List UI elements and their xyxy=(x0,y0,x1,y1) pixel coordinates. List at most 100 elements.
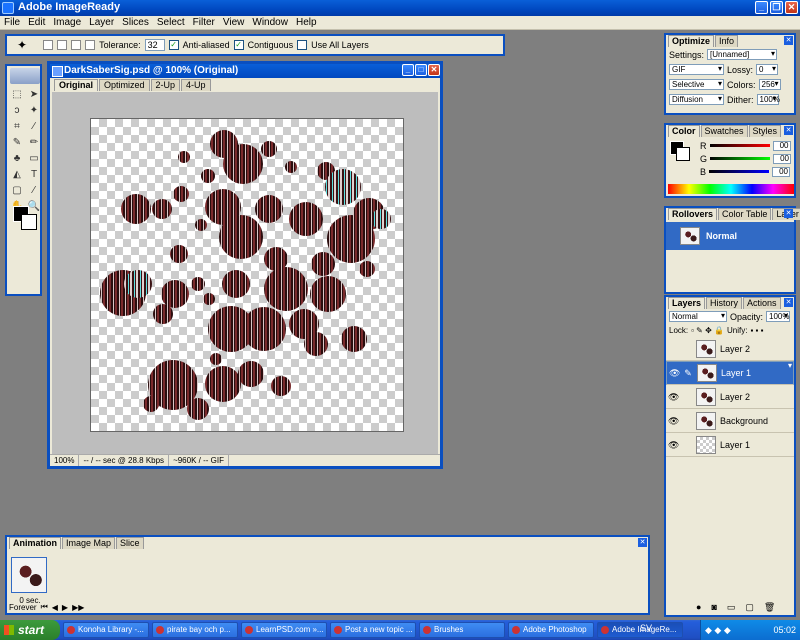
menu-window[interactable]: Window xyxy=(248,16,292,29)
lock-icons[interactable]: ▫ ✎ ✥ 🔒 xyxy=(691,326,724,335)
blue-input[interactable]: 00 xyxy=(772,166,791,177)
download-speed[interactable]: -- / -- sec @ 28.8 Kbps xyxy=(79,455,170,466)
link-toggle[interactable] xyxy=(682,416,692,426)
tab-slice[interactable]: Slice xyxy=(116,537,144,549)
taskbar-item[interactable]: Adobe Photoshop xyxy=(508,622,594,638)
slice-tool-icon[interactable]: ∕ xyxy=(27,120,41,133)
format-select[interactable]: GIF xyxy=(669,64,724,75)
shape-tool-icon[interactable]: ▢ xyxy=(10,184,24,197)
bucket-tool-icon[interactable]: ◭ xyxy=(10,168,24,181)
menu-select[interactable]: Select xyxy=(153,16,189,29)
blend-mode-select[interactable]: Normal xyxy=(669,311,727,322)
link-toggle[interactable] xyxy=(682,440,692,450)
green-input[interactable]: 00 xyxy=(773,153,791,164)
taskbar-item[interactable]: pirate bay och p... xyxy=(152,622,238,638)
menu-edit[interactable]: Edit xyxy=(24,16,49,29)
start-button[interactable]: start xyxy=(0,620,60,640)
menu-filter[interactable]: Filter xyxy=(189,16,219,29)
menu-view[interactable]: View xyxy=(219,16,249,29)
menu-help[interactable]: Help xyxy=(292,16,321,29)
lasso-tool-icon[interactable]: ↄ xyxy=(10,104,24,117)
taskbar-item[interactable]: Brushes xyxy=(419,622,505,638)
red-slider[interactable] xyxy=(709,144,770,147)
brush-tool-icon[interactable]: ✎ xyxy=(10,136,24,149)
animation-frame[interactable]: 0 sec. xyxy=(11,557,47,605)
tab-history[interactable]: History xyxy=(706,297,743,309)
file-size-info[interactable]: ~960K / -- GIF xyxy=(169,455,229,466)
taskbar-item[interactable]: Konoha Library -... xyxy=(63,622,149,638)
red-input[interactable]: 00 xyxy=(772,140,791,151)
blue-slider[interactable] xyxy=(709,170,770,173)
play-icon[interactable]: ▶ xyxy=(62,603,68,612)
tab-optimized[interactable]: Optimized xyxy=(99,79,150,91)
doc-minimize-button[interactable]: _ xyxy=(402,64,414,76)
panel-close-icon[interactable]: ✕ xyxy=(784,126,793,135)
tab-4up[interactable]: 4-Up xyxy=(181,79,211,91)
visibility-toggle[interactable] xyxy=(668,344,678,354)
taskbar-item[interactable]: Post a new topic ... xyxy=(330,622,416,638)
new-selection-icon[interactable] xyxy=(43,40,54,50)
type-tool-icon[interactable]: T xyxy=(27,168,41,181)
tab-image-map[interactable]: Image Map xyxy=(62,537,116,549)
minimize-button[interactable]: _ xyxy=(755,1,768,14)
tab-color-table[interactable]: Color Table xyxy=(718,208,772,220)
anti-aliased-checkbox[interactable]: ✓ xyxy=(168,40,179,50)
colors-input[interactable]: 256 xyxy=(758,79,781,90)
eye-icon[interactable]: 👁 xyxy=(669,368,680,378)
taskbar-item[interactable]: LearnPSD.com »... xyxy=(241,622,327,638)
link-toggle[interactable] xyxy=(682,344,692,354)
panel-close-icon[interactable]: ✕ xyxy=(784,209,793,218)
layer-row[interactable]: 👁 Background xyxy=(666,409,794,433)
tab-animation[interactable]: Animation xyxy=(9,537,61,549)
tab-layers[interactable]: Layers xyxy=(668,297,706,309)
layer-row[interactable]: 👁 Layer 2 xyxy=(666,385,794,409)
subtract-selection-icon[interactable] xyxy=(71,40,82,50)
menu-layer[interactable]: Layer xyxy=(85,16,118,29)
dither-algorithm-select[interactable]: Diffusion xyxy=(669,94,724,105)
image-canvas[interactable] xyxy=(90,118,404,432)
color-spectrum-bar[interactable] xyxy=(668,184,794,194)
eraser-tool-icon[interactable]: ▭ xyxy=(27,152,41,165)
tab-rollovers[interactable]: Rollovers xyxy=(668,208,718,220)
tab-original[interactable]: Original xyxy=(54,79,99,91)
lossy-input[interactable]: 0 xyxy=(756,64,779,75)
eye-icon[interactable]: 👁 xyxy=(668,416,679,426)
panel-close-icon[interactable]: ✕ xyxy=(638,538,647,547)
link-toggle[interactable] xyxy=(682,392,692,402)
layer-row-selected[interactable]: 👁 ✎ Layer 1 xyxy=(666,361,794,385)
background-color-swatch[interactable] xyxy=(21,214,37,230)
tray-icons[interactable]: ◆ ◆ ◆ xyxy=(705,620,731,640)
magic-wand-icon[interactable]: ✦ xyxy=(17,38,27,52)
contiguous-checkbox[interactable]: ✓ xyxy=(233,40,244,50)
green-slider[interactable] xyxy=(710,157,770,160)
eye-icon[interactable]: 👁 xyxy=(668,392,679,402)
pencil-tool-icon[interactable]: ✏ xyxy=(27,136,41,149)
use-all-layers-checkbox[interactable] xyxy=(297,40,308,50)
tab-info[interactable]: Info xyxy=(715,35,739,47)
eye-icon[interactable]: 👁 xyxy=(668,440,679,450)
layer-effects-icon[interactable]: ● xyxy=(696,602,701,613)
tab-swatches[interactable]: Swatches xyxy=(700,125,748,137)
brush-icon[interactable]: ✎ xyxy=(683,368,693,378)
zoom-level[interactable]: 100% xyxy=(50,455,80,466)
doc-close-button[interactable]: ✕ xyxy=(428,64,440,76)
doc-maximize-button[interactable]: □ xyxy=(415,64,427,76)
unify-icons[interactable]: ▪ ▪ ▪ xyxy=(750,326,763,335)
move-tool-icon[interactable]: ➤ xyxy=(27,88,41,101)
panel-close-icon[interactable]: ✕ xyxy=(784,298,793,307)
zoom-tool-icon[interactable]: 🔍 xyxy=(27,200,41,213)
tolerance-input[interactable] xyxy=(144,39,165,51)
first-frame-icon[interactable]: ⏮ xyxy=(41,602,48,612)
loop-select[interactable]: Forever xyxy=(9,603,37,612)
layer-row[interactable]: 👁 Layer 1 xyxy=(666,433,794,457)
next-frame-icon[interactable]: ▶▶ xyxy=(72,603,84,612)
layer-mask-icon[interactable]: ◙ xyxy=(711,602,716,613)
add-selection-icon[interactable] xyxy=(57,40,68,50)
new-layer-icon[interactable]: ▢ xyxy=(745,602,754,613)
tab-2up[interactable]: 2-Up xyxy=(150,79,181,91)
reduction-select[interactable]: Selective xyxy=(669,79,724,90)
tab-optimize[interactable]: Optimize xyxy=(668,35,715,47)
color-background-swatch[interactable] xyxy=(676,147,690,161)
menu-file[interactable]: File xyxy=(0,16,24,29)
tab-actions[interactable]: Actions xyxy=(743,297,781,309)
